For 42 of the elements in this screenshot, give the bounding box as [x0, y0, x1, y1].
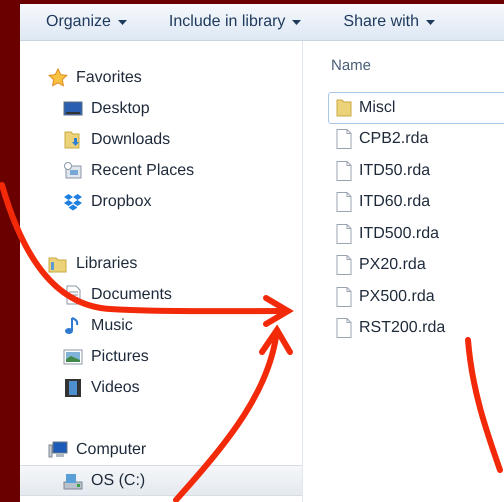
navigation-item[interactable]: Libraries	[20, 248, 302, 279]
file-icon	[336, 129, 352, 150]
file-item[interactable]: RST200.rda	[328, 312, 504, 344]
file-icon	[336, 286, 352, 307]
file-item[interactable]: PX500.rda	[328, 281, 504, 312]
computer-icon	[48, 440, 68, 460]
navigation-item[interactable]: Downloads	[20, 124, 302, 155]
caret-icon	[292, 20, 302, 24]
dropbox-icon	[63, 192, 83, 212]
file-item[interactable]: CPB2.rda	[328, 124, 504, 155]
folder-icon	[336, 98, 352, 118]
file-icon	[336, 192, 352, 212]
film-strip-icon	[63, 378, 83, 398]
file-icon	[336, 224, 352, 244]
navigation-item[interactable]: Videos	[20, 372, 302, 403]
caret-icon	[426, 20, 436, 24]
file-item[interactable]: ITD500.rda	[328, 218, 504, 250]
star-icon	[48, 68, 68, 88]
navigation-item[interactable]: Dropbox	[20, 186, 302, 217]
navigation-item[interactable]: OS (C:)	[20, 465, 302, 496]
column-header[interactable]: Name	[328, 53, 504, 77]
file-icon	[336, 255, 352, 276]
file-item[interactable]: Miscl	[328, 92, 504, 124]
navigation-item[interactable]: Documents	[20, 279, 302, 310]
file-icon	[336, 160, 352, 181]
toolbar-menu-button[interactable]: Include in library	[158, 9, 312, 35]
navigation-item[interactable]: Computer	[20, 434, 302, 465]
picture-icon	[63, 346, 83, 366]
toolbar-menu-button[interactable]: Share with	[333, 9, 446, 35]
recent-places-icon	[63, 160, 83, 180]
navigation-item[interactable]: Pictures	[20, 341, 302, 372]
navigation-item[interactable]: Recent Places	[20, 155, 302, 186]
navigation-item[interactable]: Favorites	[20, 62, 302, 93]
file-item[interactable]: ITD60.rda	[328, 186, 504, 218]
monitor-icon	[63, 98, 83, 118]
navigation-item[interactable]: Desktop	[20, 93, 302, 124]
file-icon	[336, 318, 352, 338]
toolbar-menu-button[interactable]: Organize	[36, 9, 137, 35]
file-item[interactable]: PX20.rda	[328, 250, 504, 281]
file-item[interactable]: ITD50.rda	[328, 155, 504, 186]
caret-icon	[118, 20, 127, 24]
navigation-item[interactable]: Music	[20, 310, 302, 341]
